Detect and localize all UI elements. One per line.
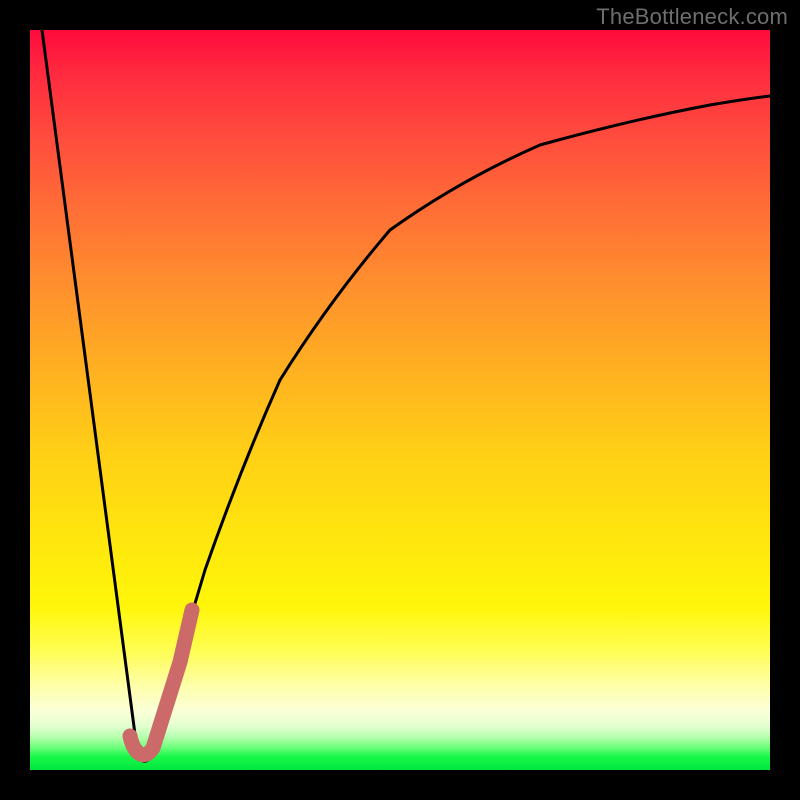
highlight-j-segment [130,610,192,755]
watermark-text: TheBottleneck.com [596,4,788,30]
chart-frame: TheBottleneck.com [0,0,800,800]
bottleneck-curve [42,30,770,761]
curve-overlay [30,30,770,770]
plot-area [30,30,770,770]
